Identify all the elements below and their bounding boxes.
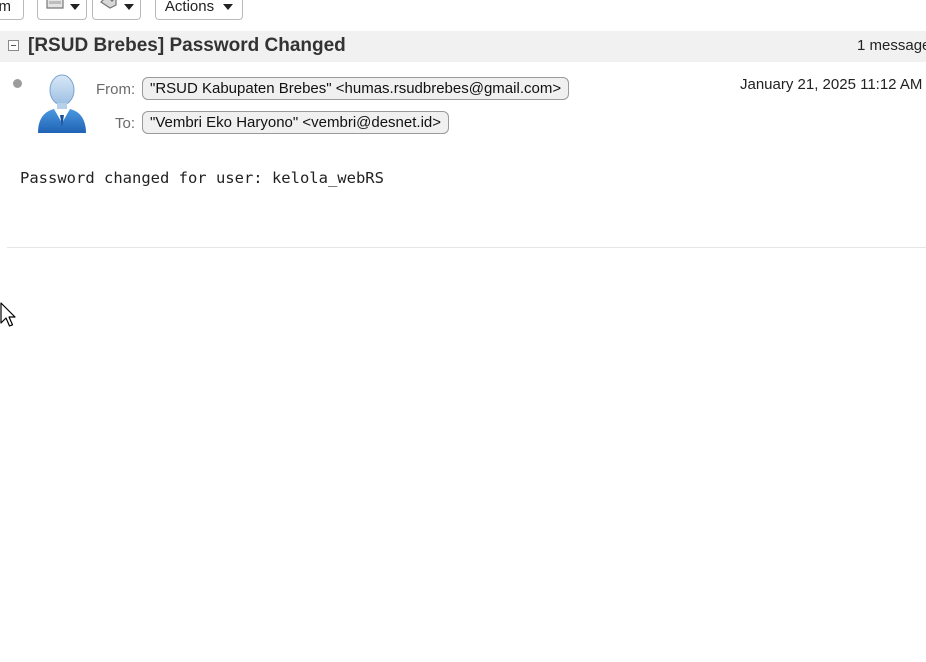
conversation-subject-bar: [RSUD Brebes] Password Changed 1 message <box>0 31 926 62</box>
chevron-down-icon <box>124 4 134 10</box>
actions-label: Actions <box>164 0 215 15</box>
tag-button[interactable] <box>92 0 141 20</box>
to-label: To: <box>115 115 136 132</box>
from-address-pill[interactable]: "RSUD Kabupaten Brebes" <humas.rsudbrebe… <box>142 77 570 100</box>
message-date: January 21, 2025 11:12 AM <box>740 76 923 93</box>
actions-menu-button[interactable]: Actions <box>155 0 243 20</box>
subject-title: [RSUD Brebes] Password Changed <box>28 35 346 56</box>
toolbar-partial-button[interactable]: m <box>0 0 24 20</box>
chevron-down-icon <box>223 4 234 10</box>
collapse-toggle-icon[interactable] <box>8 40 19 51</box>
from-label: From: <box>96 81 136 98</box>
mouse-cursor-icon <box>0 302 16 328</box>
chevron-down-icon <box>69 4 80 10</box>
to-address-pill[interactable]: "Vembri Eko Haryono" <vembri@desnet.id> <box>142 111 450 134</box>
tag-icon <box>99 0 119 13</box>
toolbar-partial-label: m <box>0 0 11 15</box>
message-count: 1 message <box>857 37 926 54</box>
message-body: Password changed for user: kelola_webRS <box>20 169 384 187</box>
message-toolbar: m Actions <box>0 0 926 22</box>
folder-move-icon <box>45 0 65 13</box>
read-status-icon[interactable] <box>13 79 22 88</box>
message-divider <box>7 247 926 248</box>
move-to-folder-button[interactable] <box>37 0 87 20</box>
sender-avatar-icon <box>34 71 90 135</box>
